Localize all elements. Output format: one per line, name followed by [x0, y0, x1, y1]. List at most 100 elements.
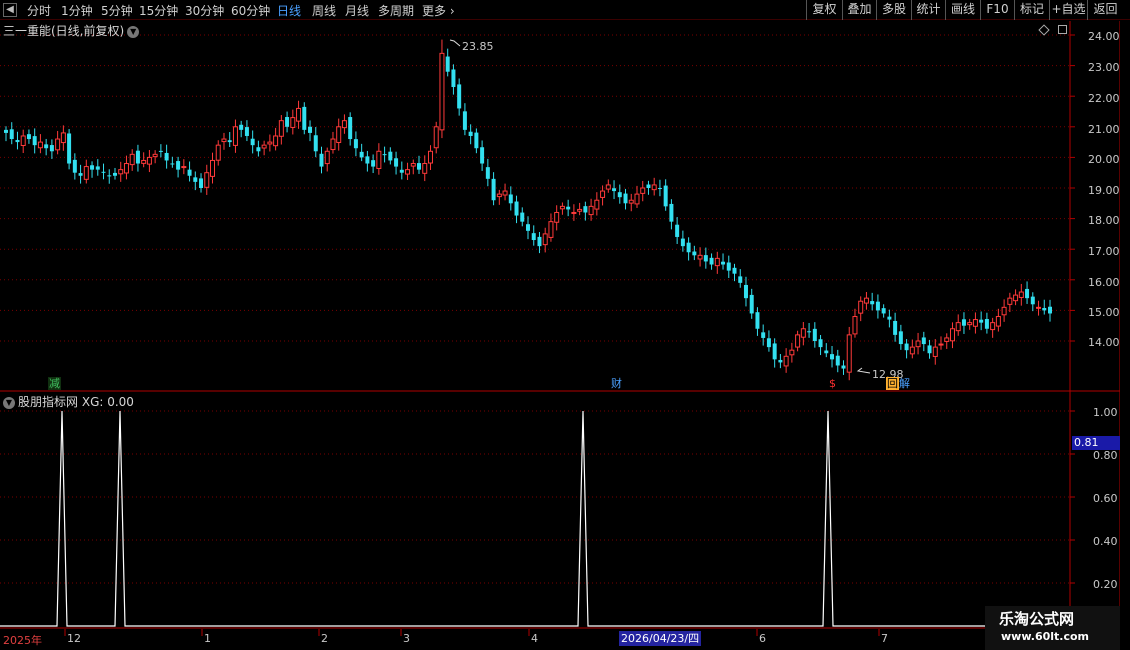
candle-body — [359, 151, 364, 158]
candle-body — [887, 316, 892, 320]
candle-body — [915, 340, 921, 348]
candle-body — [158, 150, 163, 152]
event-marker-reduce[interactable]: 减 — [48, 377, 61, 390]
candle-body — [296, 107, 302, 122]
candle-body — [176, 161, 181, 170]
main-y-axis: 24.00 23.00 22.00 21.00 20.00 19.00 18.0… — [1088, 30, 1120, 349]
chart-canvas[interactable]: 23.85 12.98 24.00 23.00 22.00 21.00 20.0… — [0, 0, 1130, 650]
candle-body — [193, 177, 198, 182]
candle-body — [605, 184, 611, 190]
chevron-down-icon[interactable]: ▼ — [3, 396, 15, 409]
candle-body — [267, 141, 273, 145]
candle-body — [439, 52, 445, 131]
candle-body — [1042, 307, 1047, 311]
candle-body — [566, 206, 571, 210]
indicator-grid — [0, 410, 1075, 584]
candle-body — [612, 188, 617, 192]
candle-body — [961, 319, 966, 326]
candle-body — [812, 328, 817, 341]
candle-body — [55, 138, 61, 151]
candle-body — [32, 136, 37, 146]
main-grid — [0, 34, 1075, 342]
candle-body — [990, 322, 996, 331]
high-annotation: 23.85 — [449, 39, 494, 53]
y-tick: 21.00 — [1088, 123, 1120, 136]
candlestick-series — [4, 39, 1052, 381]
candle-body — [427, 150, 433, 164]
current-value-tag: 0.81 — [1072, 436, 1120, 450]
x-tick: 6 — [759, 632, 766, 645]
event-marker-finance[interactable]: 财 — [610, 377, 623, 390]
candle-body — [651, 184, 657, 191]
candle-body — [457, 84, 462, 109]
candle-body — [628, 199, 634, 204]
candle-body — [680, 238, 685, 247]
candle-body — [141, 159, 147, 164]
main-chart-title[interactable]: 三一重能(日线,前复权) ▼ — [3, 22, 140, 39]
candle-body — [405, 169, 411, 175]
candle-body — [697, 254, 703, 260]
candle-body — [944, 337, 950, 342]
candle-body — [410, 163, 416, 167]
candle-body — [972, 319, 978, 327]
candle-body — [738, 276, 743, 283]
watermark-url: www.60lt.com — [1001, 630, 1090, 643]
candle-body — [938, 343, 944, 346]
y-tick: 0.40 — [1093, 535, 1118, 548]
y-tick: 14.00 — [1088, 336, 1120, 349]
y-tick: 19.00 — [1088, 184, 1120, 197]
chevron-down-icon[interactable]: ▼ — [127, 25, 140, 38]
high-label: 23.85 — [462, 40, 494, 53]
candle-body — [640, 187, 646, 194]
candle-body — [101, 171, 106, 173]
candle-body — [399, 169, 404, 173]
candle-body — [308, 126, 313, 133]
candle-body — [714, 257, 720, 267]
y-tick: 24.00 — [1088, 30, 1120, 43]
candle-body — [480, 147, 485, 164]
candle-body — [181, 166, 187, 169]
y-tick: 0.80 — [1093, 449, 1118, 462]
candle-body — [278, 120, 284, 137]
candle-body — [376, 150, 382, 169]
candle-body — [531, 233, 536, 241]
candle-body — [669, 203, 674, 222]
candle-body — [617, 192, 622, 198]
candle-body — [491, 178, 496, 201]
xg-value-label: XG: 0.00 — [81, 395, 134, 409]
candle-body — [90, 165, 95, 170]
candle-body — [559, 205, 565, 210]
candle-body — [336, 126, 342, 143]
candle-body — [232, 126, 238, 146]
window-icon[interactable] — [1058, 25, 1067, 34]
event-marker-unlock[interactable]: 解 — [898, 377, 911, 390]
candle-body — [313, 135, 318, 152]
candle-body — [199, 178, 204, 188]
candle-body — [783, 355, 789, 367]
candle-body — [703, 255, 708, 262]
candle-body — [290, 117, 296, 128]
candle-body — [388, 151, 393, 161]
candle-body — [210, 159, 216, 177]
x-axis: 12 1 2 3 4 6 7 — [64, 629, 888, 645]
candle-body — [520, 212, 525, 222]
candle-body — [772, 343, 777, 360]
candle-body — [875, 301, 880, 311]
candle-body — [341, 120, 347, 129]
candle-body — [623, 193, 628, 204]
candle-body — [468, 131, 473, 136]
watermark-logo: 乐淘公式网 www.60lt.com — [985, 606, 1120, 650]
candle-body — [146, 156, 152, 165]
candle-body — [795, 334, 801, 348]
candle-body — [1018, 291, 1024, 298]
y-tick: 18.00 — [1088, 214, 1120, 227]
candle-body — [995, 316, 1001, 327]
candle-body — [9, 129, 14, 140]
y-tick: 16.00 — [1088, 276, 1120, 289]
candle-body — [107, 175, 112, 177]
stock-name-label: 三一重能(日线,前复权) — [3, 24, 125, 38]
indicator-title[interactable]: ▼ 股朋指标网 XG: 0.00 — [3, 393, 134, 410]
candle-body — [893, 320, 898, 335]
event-marker-dividend[interactable]: $ — [828, 377, 837, 390]
cursor-date-label: 2026/04/23/四 — [619, 631, 702, 646]
